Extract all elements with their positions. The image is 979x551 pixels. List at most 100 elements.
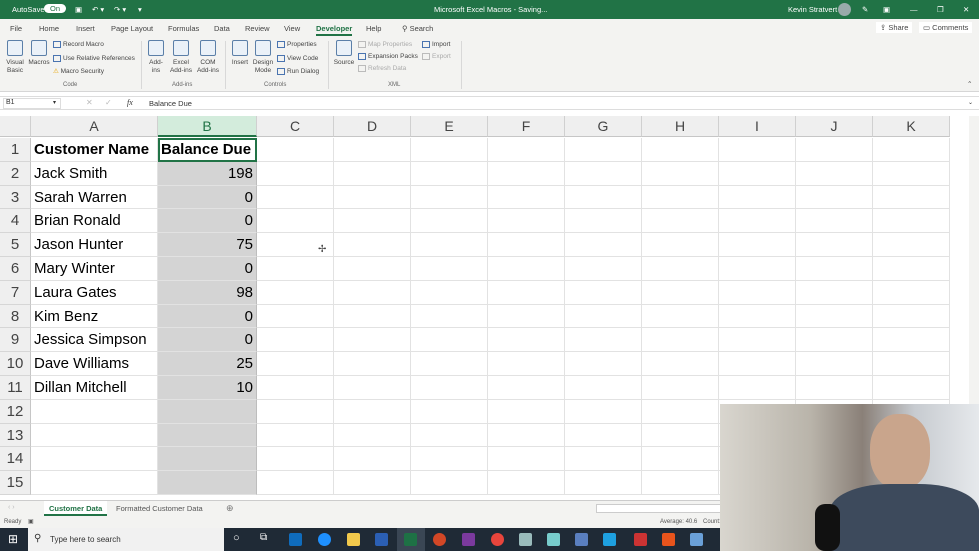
cell-B4[interactable]: 0 [158, 209, 257, 234]
cell-H15[interactable] [642, 471, 719, 495]
formula-input[interactable]: Balance Due [149, 99, 192, 108]
cell-G12[interactable] [565, 399, 642, 424]
row-header-10[interactable]: 10 [0, 352, 31, 376]
cell-F11[interactable] [488, 376, 565, 400]
column-header-h[interactable]: H [642, 116, 719, 137]
cell-D11[interactable] [334, 376, 411, 400]
insert-control-button[interactable]: Insert [230, 40, 250, 67]
tab-file[interactable]: File [10, 24, 22, 33]
tab-formulas[interactable]: Formulas [168, 24, 199, 33]
macro-record-icon[interactable]: ▣ [28, 518, 34, 525]
undo-icon[interactable]: ↶ ▾ [92, 5, 104, 14]
windows-start-icon[interactable]: ⊞ [8, 532, 18, 546]
save-icon[interactable]: ▣ [75, 5, 82, 14]
cell-D2[interactable] [334, 161, 411, 186]
recorder-icon[interactable] [634, 533, 647, 546]
cell-I2[interactable] [719, 161, 796, 186]
cell-C8[interactable] [257, 304, 334, 329]
cell-G6[interactable] [565, 257, 642, 281]
redo-icon[interactable]: ↷ ▾ [114, 5, 126, 14]
excel-addins-button[interactable]: Excel Add-ins [168, 40, 194, 75]
row-header-5[interactable]: 5 [0, 233, 31, 257]
cell-D14[interactable] [334, 447, 411, 472]
tab-view[interactable]: View [284, 24, 300, 33]
cell-H14[interactable] [642, 447, 719, 472]
excel-icon[interactable] [404, 533, 417, 546]
cell-C10[interactable] [257, 352, 334, 376]
cell-A11[interactable]: Dillan Mitchell [31, 376, 158, 400]
run-dialog-button[interactable]: Run Dialog [277, 68, 319, 76]
cell-F1[interactable] [488, 138, 565, 162]
cell-K3[interactable] [873, 185, 950, 210]
cell-E11[interactable] [411, 376, 488, 400]
cell-E3[interactable] [411, 185, 488, 210]
visual-basic-button[interactable]: Visual Basic [5, 40, 25, 75]
cell-G13[interactable] [565, 423, 642, 448]
cell-B1[interactable]: Balance Due [158, 138, 257, 162]
cell-H11[interactable] [642, 376, 719, 400]
cell-C3[interactable] [257, 185, 334, 210]
cell-B15[interactable] [158, 471, 257, 495]
row-header-3[interactable]: 3 [0, 185, 31, 210]
cell-E15[interactable] [411, 471, 488, 495]
cell-D12[interactable] [334, 399, 411, 424]
cell-H9[interactable] [642, 328, 719, 353]
cell-B6[interactable]: 0 [158, 257, 257, 281]
cell-F9[interactable] [488, 328, 565, 353]
cell-B7[interactable]: 98 [158, 280, 257, 305]
column-header-b[interactable]: B [158, 116, 257, 137]
cancel-icon[interactable]: ✕ [86, 98, 93, 107]
cell-A15[interactable] [31, 471, 158, 495]
cell-A12[interactable] [31, 399, 158, 424]
column-header-d[interactable]: D [334, 116, 411, 137]
relative-references-button[interactable]: Use Relative References [53, 55, 135, 63]
cell-C12[interactable] [257, 399, 334, 424]
cell-G10[interactable] [565, 352, 642, 376]
tab-home[interactable]: Home [39, 24, 59, 33]
cell-H3[interactable] [642, 185, 719, 210]
cell-I5[interactable] [719, 233, 796, 257]
sheet-nav-arrows[interactable]: ‹ › [8, 504, 15, 511]
cell-D5[interactable] [334, 233, 411, 257]
expansion-packs-button[interactable]: Expansion Packs [358, 53, 418, 61]
cell-K4[interactable] [873, 209, 950, 234]
cell-D15[interactable] [334, 471, 411, 495]
tab-developer[interactable]: Developer [316, 24, 353, 36]
cell-E10[interactable] [411, 352, 488, 376]
cell-B8[interactable]: 0 [158, 304, 257, 329]
cell-K9[interactable] [873, 328, 950, 353]
column-header-i[interactable]: I [719, 116, 796, 137]
cell-C14[interactable] [257, 447, 334, 472]
ribbon-display-icon[interactable]: ▣ [883, 5, 890, 14]
cell-G15[interactable] [565, 471, 642, 495]
cell-J3[interactable] [796, 185, 873, 210]
app-icon[interactable] [575, 533, 588, 546]
addins-button[interactable]: Add-ins [146, 40, 166, 75]
customize-toolbar-icon[interactable]: ▾ [138, 5, 142, 14]
cell-C13[interactable] [257, 423, 334, 448]
cell-G11[interactable] [565, 376, 642, 400]
cell-J2[interactable] [796, 161, 873, 186]
sheet-tab-customer-data[interactable]: Customer Data [44, 501, 108, 516]
column-header-f[interactable]: F [488, 116, 565, 137]
cell-I6[interactable] [719, 257, 796, 281]
cell-A5[interactable]: Jason Hunter [31, 233, 158, 257]
avatar[interactable] [838, 3, 851, 16]
cell-C11[interactable] [257, 376, 334, 400]
outlook-icon[interactable] [289, 533, 302, 546]
export-button[interactable]: Export [422, 53, 451, 61]
cell-F2[interactable] [488, 161, 565, 186]
cell-G5[interactable] [565, 233, 642, 257]
cell-J10[interactable] [796, 352, 873, 376]
column-header-g[interactable]: G [565, 116, 642, 137]
cell-J6[interactable] [796, 257, 873, 281]
cell-G1[interactable] [565, 138, 642, 162]
cell-A8[interactable]: Kim Benz [31, 304, 158, 329]
row-header-8[interactable]: 8 [0, 304, 31, 329]
cell-K7[interactable] [873, 280, 950, 305]
search-box[interactable]: ⚲ Search [402, 24, 433, 33]
cell-A6[interactable]: Mary Winter [31, 257, 158, 281]
cell-G3[interactable] [565, 185, 642, 210]
source-button[interactable]: Source [333, 40, 355, 67]
select-all-corner[interactable] [0, 116, 31, 137]
